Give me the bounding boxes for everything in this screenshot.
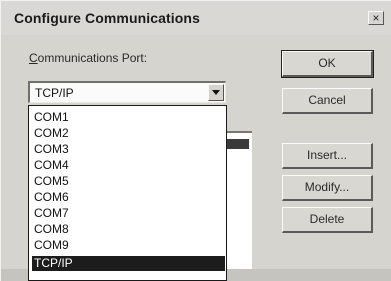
chevron-down-icon[interactable]: [208, 84, 224, 101]
dropdown-item-com5[interactable]: COM5: [32, 174, 225, 189]
combobox-value: TCP/IP: [35, 86, 74, 100]
dropdown-item-com8[interactable]: COM8: [32, 222, 225, 237]
configure-communications-dialog: Configure Communications × Communication…: [0, 0, 391, 281]
connection-list-selected-row[interactable]: [227, 139, 249, 149]
dialog-title: Configure Communications: [14, 10, 200, 26]
dropdown-item-com7[interactable]: COM7: [32, 206, 225, 221]
communications-port-label: Communications Port:: [29, 51, 147, 65]
cancel-button[interactable]: Cancel: [282, 88, 373, 114]
port-dropdown-list[interactable]: COM1 COM2 COM3 COM4 COM5 COM6 COM7 COM8 …: [28, 105, 227, 281]
close-button[interactable]: ×: [368, 11, 384, 25]
dropdown-item-com2[interactable]: COM2: [32, 126, 225, 141]
port-label-text: ommunications Port:: [37, 51, 148, 65]
port-label-accelerator: C: [29, 51, 38, 65]
insert-button[interactable]: Insert...: [282, 143, 373, 169]
ok-button[interactable]: OK: [281, 50, 374, 78]
dropdown-item-com3[interactable]: COM3: [32, 142, 225, 157]
dropdown-item-com1[interactable]: COM1: [32, 110, 225, 125]
modify-button[interactable]: Modify...: [282, 175, 373, 201]
dropdown-item-com9[interactable]: COM9: [32, 238, 225, 253]
close-icon: ×: [372, 11, 380, 25]
dropdown-item-com6[interactable]: COM6: [32, 190, 225, 205]
dropdown-item-tcpip[interactable]: TCP/IP: [32, 256, 225, 271]
delete-button[interactable]: Delete: [282, 207, 373, 233]
dropdown-item-com4[interactable]: COM4: [32, 158, 225, 173]
title-bar: Configure Communications ×: [1, 1, 391, 35]
communications-port-combobox[interactable]: TCP/IP: [28, 81, 226, 103]
